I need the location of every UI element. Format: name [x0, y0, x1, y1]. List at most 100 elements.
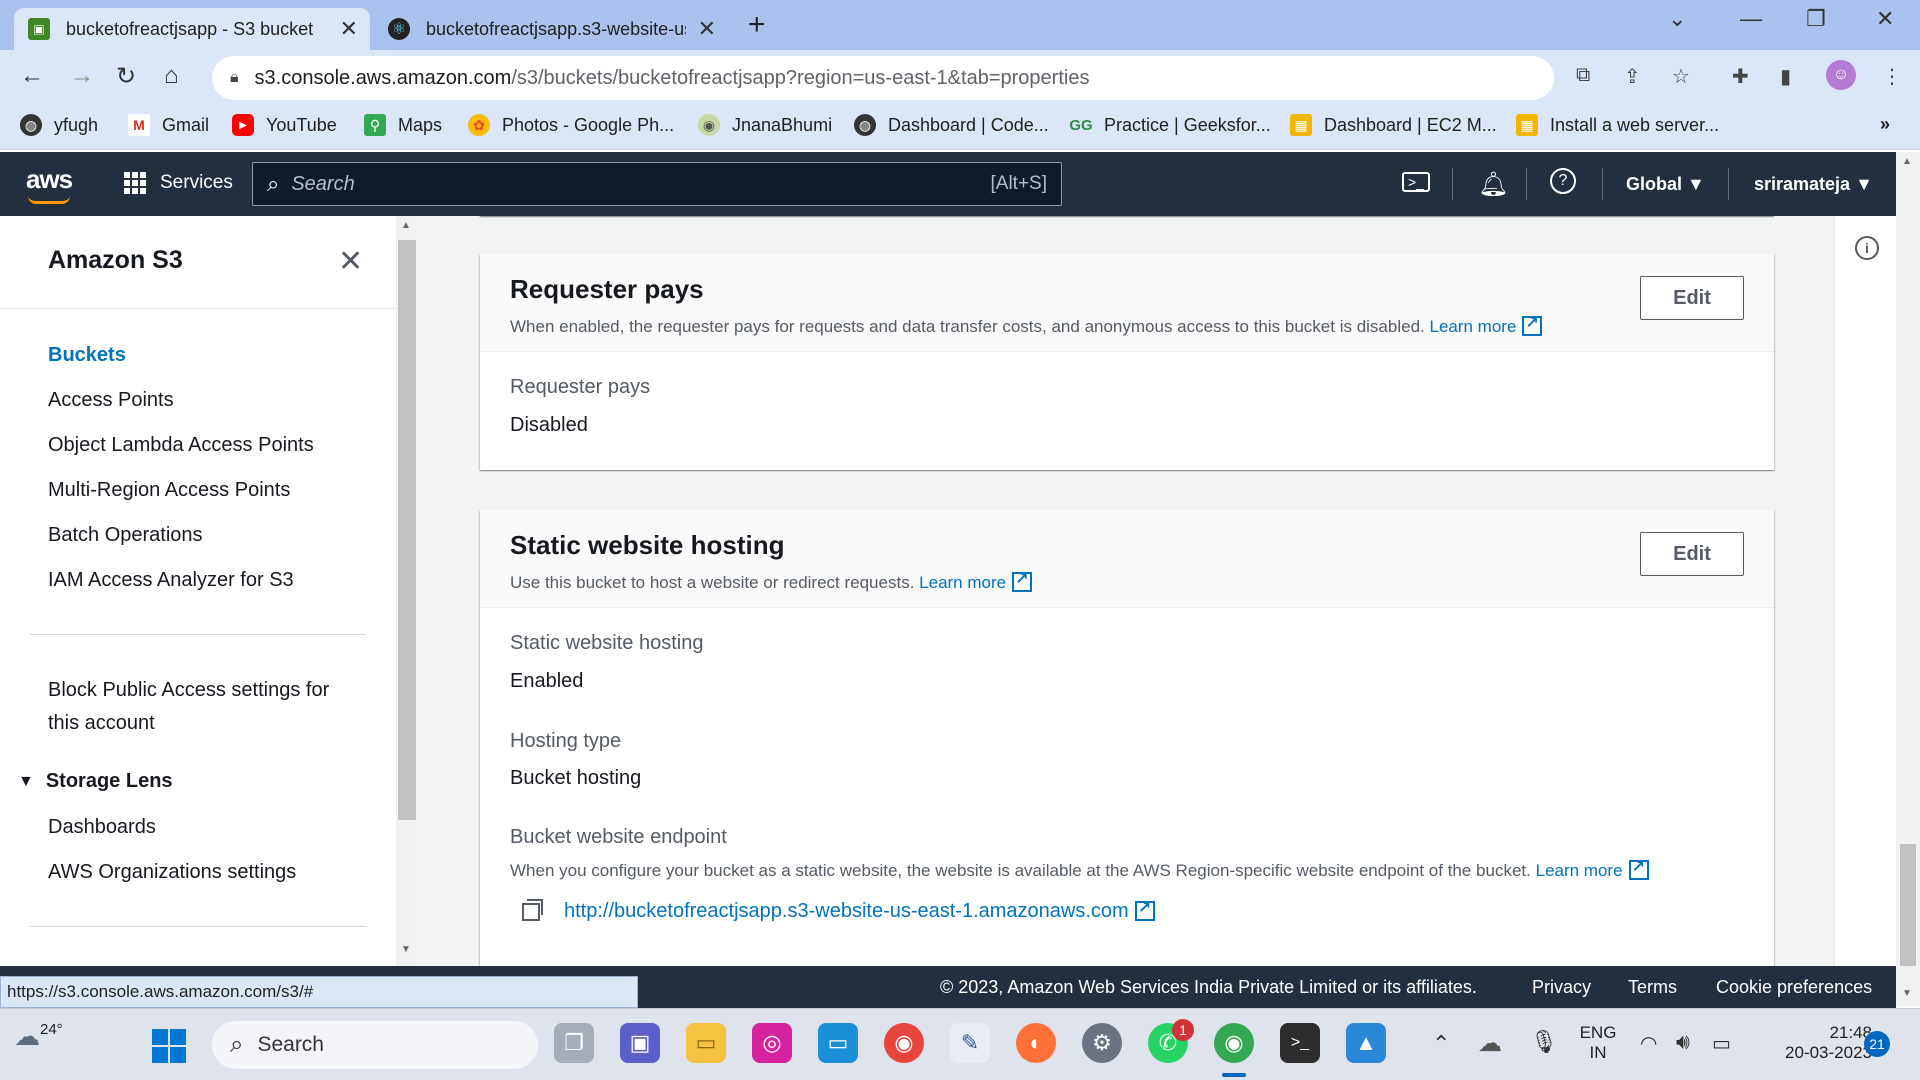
- photos-editor-icon[interactable]: ▲: [1346, 1023, 1386, 1063]
- instagram-icon[interactable]: ◎: [752, 1023, 792, 1063]
- edit-requester-pays-button[interactable]: Edit: [1640, 276, 1744, 320]
- region-selector[interactable]: Global ▼: [1626, 174, 1705, 195]
- new-tab-icon[interactable]: +: [748, 8, 766, 42]
- notification-count-badge[interactable]: 21: [1864, 1031, 1890, 1057]
- reload-icon[interactable]: ↻: [116, 62, 136, 91]
- bookmark-dashboard-code[interactable]: ◍ Dashboard | Code...: [854, 114, 1049, 136]
- meet-icon[interactable]: ▣: [620, 1023, 660, 1063]
- cast-blocked-icon[interactable]: ⧉: [1576, 64, 1590, 87]
- aws-search-input[interactable]: ⌕ Search [Alt+S]: [252, 162, 1062, 206]
- cookie-preferences-link[interactable]: Cookie preferences: [1716, 977, 1872, 998]
- show-hidden-icons-icon[interactable]: ⌃: [1432, 1031, 1450, 1057]
- windows-start-icon[interactable]: [152, 1029, 186, 1063]
- file-explorer-icon[interactable]: ▭: [686, 1023, 726, 1063]
- info-icon[interactable]: i: [1855, 236, 1879, 260]
- sidebar-item-organizations-settings[interactable]: AWS Organizations settings: [48, 861, 296, 884]
- sidebar-group-storage-lens[interactable]: ▼ Storage Lens: [18, 770, 173, 793]
- edit-static-hosting-button[interactable]: Edit: [1640, 532, 1744, 576]
- side-panel-icon[interactable]: ▮: [1780, 64, 1791, 89]
- remote-desktop-icon[interactable]: ▭: [818, 1023, 858, 1063]
- scrollbar-thumb[interactable]: [398, 240, 416, 820]
- sidebar-item-multi-region[interactable]: Multi-Region Access Points: [48, 479, 290, 502]
- url-path: /s3/buckets/bucketofreactjsapp?region=us…: [511, 66, 1090, 89]
- bookmark-photos[interactable]: ✿ Photos - Google Ph...: [468, 114, 674, 136]
- bookmark-geeksforgeeks[interactable]: GG Practice | Geeksfor...: [1069, 114, 1270, 136]
- scroll-up-icon[interactable]: ▲: [401, 220, 411, 231]
- settings-gear-icon[interactable]: ⚙: [1082, 1023, 1122, 1063]
- bookmark-jnanabhumi[interactable]: ◉ JnanaBhumi: [698, 114, 832, 136]
- learn-more-link[interactable]: Learn more: [919, 569, 1033, 592]
- battery-icon[interactable]: ▭: [1712, 1031, 1731, 1056]
- close-tab-icon[interactable]: ✕: [340, 16, 358, 42]
- restore-icon[interactable]: ❐: [1806, 6, 1826, 32]
- home-icon[interactable]: ⌂: [164, 62, 179, 90]
- volume-icon[interactable]: 🔊︎: [1676, 1029, 1690, 1055]
- sidebar-item-iam-access-analyzer[interactable]: IAM Access Analyzer for S3: [48, 569, 294, 592]
- forward-icon[interactable]: →: [70, 62, 94, 90]
- aws-logo[interactable]: aws: [26, 164, 73, 195]
- sidenav-scrollbar[interactable]: ▲ ▼: [396, 216, 418, 966]
- scrollbar-thumb[interactable]: [1900, 844, 1916, 966]
- privacy-link[interactable]: Privacy: [1532, 977, 1591, 998]
- bookmark-star-icon[interactable]: ☆: [1672, 64, 1690, 89]
- copy-icon[interactable]: [522, 898, 543, 921]
- close-window-icon[interactable]: ✕: [1876, 6, 1894, 32]
- firefox-icon[interactable]: ◐: [1016, 1023, 1056, 1063]
- close-tab-icon[interactable]: ✕: [698, 16, 716, 42]
- address-bar[interactable]: 🔒︎ s3.console.aws.amazon.com/s3/buckets/…: [212, 56, 1554, 100]
- sidebar-item-buckets[interactable]: Buckets: [48, 344, 126, 367]
- extensions-icon[interactable]: ✚: [1732, 64, 1749, 89]
- more-bookmarks-icon[interactable]: »: [1880, 114, 1890, 135]
- sidebar-item-block-public-access[interactable]: Block Public Access settings for this ac…: [48, 674, 329, 740]
- browser-tab-s3-bucket[interactable]: ▣ bucketofreactjsapp - S3 bucket ✕: [14, 8, 370, 50]
- sidebar-item-object-lambda[interactable]: Object Lambda Access Points: [48, 434, 314, 457]
- sidebar-item-dashboards[interactable]: Dashboards: [48, 816, 156, 839]
- youtube-icon: ▶: [232, 114, 254, 136]
- tab-search-icon[interactable]: ⌄: [1668, 6, 1686, 32]
- account-menu[interactable]: sriramateja ▼: [1754, 174, 1873, 195]
- scroll-down-icon[interactable]: ▼: [401, 944, 411, 955]
- learn-more-link[interactable]: Learn more: [1429, 313, 1543, 336]
- bookmark-youtube[interactable]: ▶ YouTube: [232, 114, 337, 136]
- close-icon[interactable]: ✕: [338, 244, 363, 279]
- task-view-icon[interactable]: ❐: [554, 1023, 594, 1063]
- services-menu-button[interactable]: Services: [124, 172, 233, 194]
- menu-kebab-icon[interactable]: ⋮: [1882, 64, 1902, 89]
- tab-title: bucketofreactjsapp.s3-website-us: [426, 18, 686, 39]
- minimize-icon[interactable]: —: [1740, 6, 1762, 32]
- back-icon[interactable]: ←: [20, 62, 44, 90]
- cloudshell-icon[interactable]: >_: [1402, 172, 1430, 192]
- terminal-icon[interactable]: >_: [1280, 1023, 1320, 1063]
- share-icon[interactable]: ⇪: [1624, 64, 1641, 89]
- taskbar-search[interactable]: ⌕ Search: [212, 1021, 538, 1069]
- weather-widget[interactable]: ☁ 24°: [14, 1021, 63, 1052]
- document-editor-icon[interactable]: ✎: [950, 1023, 990, 1063]
- sidebar-item-access-points[interactable]: Access Points: [48, 389, 174, 412]
- wifi-icon[interactable]: ◠: [1640, 1031, 1657, 1056]
- browser-tab-website[interactable]: ⚛ bucketofreactjsapp.s3-website-us ✕: [374, 8, 728, 50]
- bookmark-label: Photos - Google Ph...: [502, 114, 675, 135]
- scroll-up-icon[interactable]: ▲: [1902, 156, 1912, 167]
- sidebar-item-batch-operations[interactable]: Batch Operations: [48, 524, 203, 547]
- bookmark-maps[interactable]: ⚲ Maps: [364, 114, 442, 136]
- endpoint-url-link[interactable]: http://bucketofreactjsapp.s3-website-us-…: [564, 898, 1155, 923]
- chrome-profile-icon[interactable]: ◉: [1214, 1023, 1254, 1063]
- terms-link[interactable]: Terms: [1628, 977, 1677, 998]
- scroll-down-icon[interactable]: ▼: [1902, 988, 1912, 999]
- microphone-icon[interactable]: 🎙︎: [1530, 1029, 1558, 1055]
- language-indicator[interactable]: ENG IN: [1572, 1023, 1624, 1063]
- copyright-text: © 2023, Amazon Web Services India Privat…: [940, 977, 1477, 997]
- bookmark-install-web-server[interactable]: ▦ Install a web server...: [1516, 114, 1719, 136]
- bookmark-ec2-dashboard[interactable]: ▦ Dashboard | EC2 M...: [1290, 114, 1497, 136]
- bookmark-yfugh[interactable]: ◍ yfugh: [20, 114, 98, 136]
- sidenav-title[interactable]: Amazon S3: [48, 246, 183, 275]
- profile-avatar-icon[interactable]: ☺: [1826, 60, 1856, 90]
- chrome-icon[interactable]: ◉: [884, 1023, 924, 1063]
- bookmark-gmail[interactable]: M Gmail: [128, 114, 209, 136]
- page-scrollbar[interactable]: ▲ ▼: [1896, 152, 1920, 1006]
- clock[interactable]: 21:48 20-03-2023: [1752, 1023, 1872, 1063]
- onedrive-icon[interactable]: ☁: [1478, 1029, 1502, 1058]
- help-icon[interactable]: ?: [1550, 168, 1576, 194]
- notifications-bell-icon[interactable]: 🔔︎: [1478, 170, 1508, 199]
- learn-more-link[interactable]: Learn more: [1536, 857, 1649, 880]
